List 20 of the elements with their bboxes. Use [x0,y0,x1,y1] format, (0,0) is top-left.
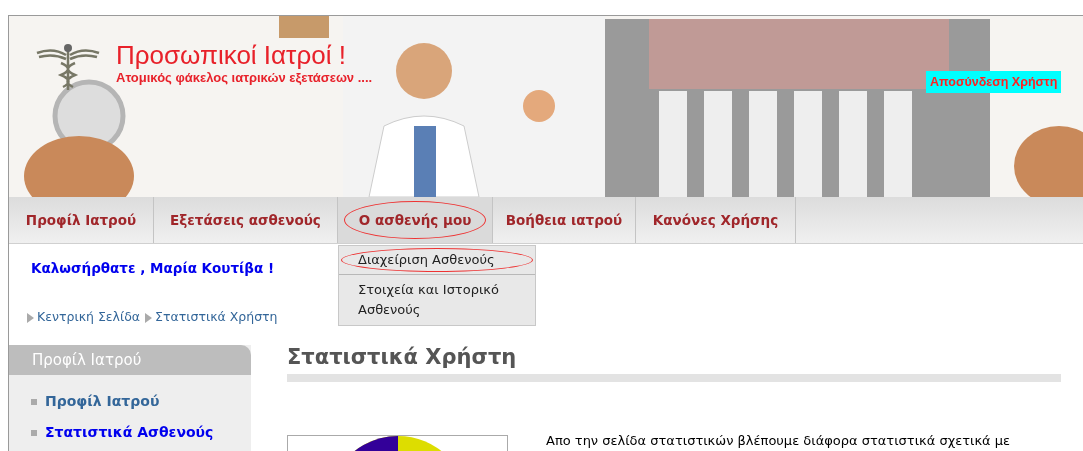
logout-button[interactable]: Αποσύνδεση Χρήστη [926,71,1062,93]
nav-tab[interactable]: Βοήθεια ιατρού [490,200,638,240]
bullet-icon [31,429,37,436]
sidebar-link[interactable]: Στατιστικά Ασθενούς [45,422,214,443]
breadcrumb-link[interactable]: Στατιστικά Χρήστη [155,308,278,327]
breadcrumb-link[interactable]: Κεντρική Σελίδα [37,308,141,327]
arrow-icon [27,312,34,323]
nav-tab[interactable]: Κανόνες Χρήσης [637,200,794,240]
site-title: Προσωπικοί Ιατροί ! [116,40,347,70]
sidebar-title: Προφίλ Ιατρού [9,345,251,375]
bullet-icon [31,398,37,405]
page-heading: Στατιστικά Χρήστη [287,344,518,371]
nav-tab[interactable]: Εξετάσεις ασθενούς [155,200,336,240]
intro-paragraph: Απο την σελίδα στατιστικών βλέπουμε διάφορα στατιστικά σχετικά με [546,433,1011,450]
site-subtitle: Ατομικός φάκελος ιατρικών εξετάσεων .... [116,70,373,85]
nav-tab[interactable]: Προφίλ Ιατρού [10,200,152,240]
menu-item[interactable]: Στοιχεία και Ιστορικό Ασθενούς [341,277,533,323]
arrow-icon [145,312,153,323]
welcome-message: Καλωσήρθατε , Μαρία Κουτίβα ! [31,259,275,278]
sidebar-link[interactable]: Προφίλ Ιατρού [45,391,160,412]
